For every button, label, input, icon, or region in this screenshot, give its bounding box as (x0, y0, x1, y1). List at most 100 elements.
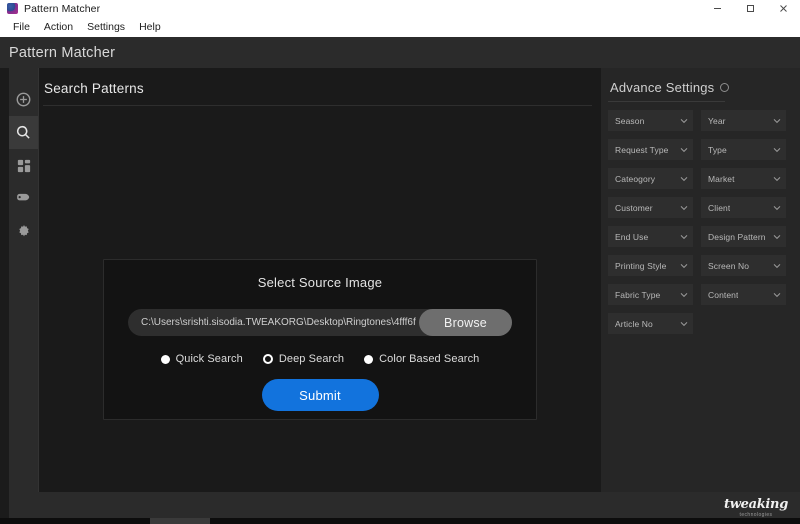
window-controls (701, 0, 800, 17)
dropdown-label: Customer (615, 202, 653, 213)
info-icon[interactable] (720, 83, 730, 92)
page-title: Search Patterns (44, 81, 144, 96)
menu-item-help[interactable]: Help (132, 19, 168, 35)
advance-settings-dropdown-grid: Season Year Request Type Type Cateogory (608, 110, 793, 334)
menu-item-settings[interactable]: Settings (80, 19, 132, 35)
logo-wordmark: tweaking (724, 497, 788, 512)
dropdown-article-no[interactable]: Article No (608, 313, 693, 334)
dropdown-market[interactable]: Market (701, 168, 786, 189)
dropdown-label: Season (615, 115, 645, 126)
advance-settings-title: Advance Settings (610, 80, 715, 95)
search-icon (16, 125, 30, 139)
dropdown-design-pattern[interactable]: Design Pattern (701, 226, 786, 247)
advance-settings-panel: Advance Settings Season Year Request Typ… (601, 68, 800, 524)
chevron-down-icon (773, 117, 781, 125)
dropdown-label: Type (708, 144, 727, 155)
dropdown-customer[interactable]: Customer (608, 197, 693, 218)
dropdown-year[interactable]: Year (701, 110, 786, 131)
app-header: Pattern Matcher (0, 37, 800, 68)
dropdown-label: Fabric Type (615, 289, 661, 300)
chevron-down-icon (773, 262, 781, 270)
dropdown-content[interactable]: Content (701, 284, 786, 305)
select-source-image-card: Select Source Image Browse Quick Search … (103, 259, 537, 420)
dropdown-fabric-type[interactable]: Fabric Type (608, 284, 693, 305)
sidebar-item-settings[interactable] (9, 215, 38, 248)
dropdown-category[interactable]: Cateogory (608, 168, 693, 189)
radio-indicator (364, 354, 374, 364)
dropdown-request-type[interactable]: Request Type (608, 139, 693, 160)
sidebar-item-add[interactable] (9, 83, 38, 116)
dropdown-label: Article No (615, 318, 653, 329)
chevron-down-icon (773, 233, 781, 241)
menu-bar: File Action Settings Help (0, 17, 800, 37)
dropdown-type[interactable]: Type (701, 139, 786, 160)
main-content: Search Patterns Select Source Image Brow… (38, 68, 601, 524)
page-title-divider (43, 105, 592, 106)
radio-label: Deep Search (278, 353, 345, 365)
submit-button[interactable]: Submit (261, 379, 379, 411)
chevron-down-icon (680, 320, 688, 328)
advance-settings-header: Advance Settings (610, 80, 730, 95)
grid-icon (17, 159, 30, 172)
radio-color-based-search[interactable]: Color Based Search (364, 353, 479, 365)
app-body: Pattern Matcher Search Patterns Select S… (0, 37, 800, 524)
dropdown-label: Request Type (615, 144, 669, 155)
search-mode-group: Quick Search Deep Search Color Based Sea… (104, 353, 536, 365)
chevron-down-icon (680, 204, 688, 212)
advance-settings-divider (608, 101, 725, 102)
dropdown-label: Content (708, 289, 739, 300)
submit-row: Submit (104, 379, 536, 411)
menu-item-action[interactable]: Action (37, 19, 80, 35)
window-title: Pattern Matcher (24, 2, 101, 15)
application-window: Pattern Matcher File Action Settings Hel… (0, 0, 800, 524)
dropdown-printing-style[interactable]: Printing Style (608, 255, 693, 276)
chevron-down-icon (773, 204, 781, 212)
dropdown-label: Market (708, 173, 735, 184)
sidebar-item-tags[interactable] (9, 182, 38, 215)
dropdown-label: Year (708, 115, 726, 126)
card-title: Select Source Image (257, 275, 383, 290)
chevron-down-icon (680, 117, 688, 125)
dropdown-season[interactable]: Season (608, 110, 693, 131)
taskbar-sliver (0, 518, 800, 524)
chevron-down-icon (773, 291, 781, 299)
sidebar-item-search[interactable] (9, 116, 38, 149)
minimize-button[interactable] (701, 0, 734, 17)
app-header-title: Pattern Matcher (9, 44, 116, 61)
dropdown-label: End Use (615, 231, 649, 242)
radio-label: Quick Search (175, 353, 243, 365)
sidebar-item-dashboard[interactable] (9, 149, 38, 182)
chevron-down-icon (680, 291, 688, 299)
dropdown-label: Screen No (708, 260, 750, 271)
app-logo-icon (7, 3, 18, 14)
close-button[interactable] (767, 0, 800, 17)
dropdown-label: Printing Style (615, 260, 667, 271)
dropdown-label: Cateogory (615, 173, 656, 184)
dropdown-client[interactable]: Client (701, 197, 786, 218)
tag-icon (17, 193, 30, 201)
maximize-button[interactable] (734, 0, 767, 17)
radio-deep-search[interactable]: Deep Search (262, 353, 345, 365)
radio-quick-search[interactable]: Quick Search (160, 353, 243, 365)
chevron-down-icon (680, 233, 688, 241)
sidebar-edge-strip (0, 68, 9, 524)
chevron-down-icon (680, 146, 688, 154)
radio-indicator (160, 354, 170, 364)
browse-button[interactable]: Browse (419, 309, 512, 336)
taskbar-item (150, 518, 210, 524)
dropdown-label: Client (708, 202, 731, 213)
window-titlebar: Pattern Matcher (0, 0, 800, 17)
source-path-row: Browse (128, 309, 512, 336)
gear-icon (18, 224, 29, 236)
chevron-down-icon (680, 175, 688, 183)
radio-label: Color Based Search (379, 353, 480, 365)
sidebar (9, 68, 38, 524)
dropdown-screen-no[interactable]: Screen No (701, 255, 786, 276)
dropdown-label: Design Pattern (708, 231, 766, 242)
chevron-down-icon (773, 175, 781, 183)
radio-indicator-selected (262, 354, 273, 364)
menu-item-file[interactable]: File (6, 19, 37, 35)
chevron-down-icon (773, 146, 781, 154)
chevron-down-icon (680, 262, 688, 270)
dropdown-end-use[interactable]: End Use (608, 226, 693, 247)
